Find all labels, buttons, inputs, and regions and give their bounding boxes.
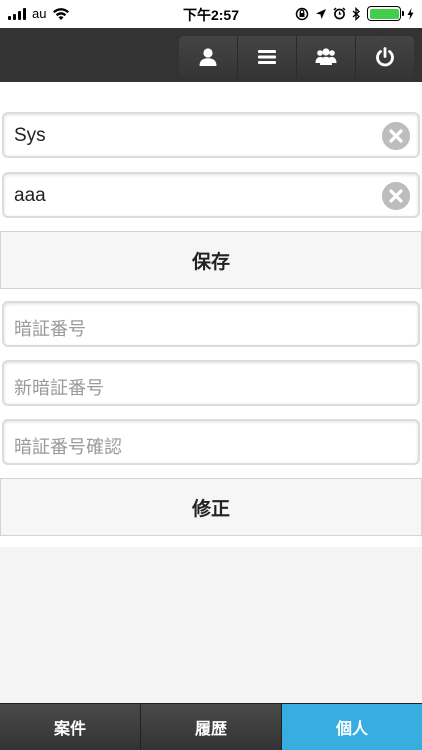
tab-history[interactable]: 履歴 (141, 704, 282, 750)
clear-icon[interactable] (382, 182, 410, 210)
username-field[interactable]: Sys (2, 112, 420, 158)
location-icon (316, 8, 326, 19)
status-right (295, 6, 414, 21)
password-placeholder: 暗証番号 (14, 319, 86, 340)
password-field[interactable]: 暗証番号 (2, 301, 420, 347)
new-password-placeholder: 新暗証番号 (14, 378, 104, 399)
bluetooth-icon (352, 6, 360, 21)
save-button[interactable]: 保存 (0, 231, 422, 289)
name-field[interactable]: aaa (2, 172, 420, 218)
group-button[interactable] (297, 36, 356, 78)
profile-button[interactable] (179, 36, 238, 78)
modify-button[interactable]: 修正 (0, 478, 422, 536)
charging-icon (407, 7, 414, 20)
clear-icon[interactable] (382, 122, 410, 150)
alarm-icon (333, 7, 346, 20)
battery-icon (367, 6, 404, 21)
new-password-field[interactable]: 新暗証番号 (2, 360, 420, 406)
status-bar: au 下午2:57 (0, 0, 422, 28)
menu-button[interactable] (238, 36, 297, 78)
confirm-password-placeholder: 暗証番号確認 (14, 437, 122, 458)
profile-form: Sys aaa 保存 暗証番号 新暗証番号 暗証番号確認 修正 (0, 82, 422, 547)
top-toolbar (0, 28, 422, 82)
battery-fill (369, 8, 399, 19)
user-icon (199, 48, 217, 66)
group-icon (315, 48, 337, 65)
menu-icon (258, 50, 276, 64)
toolbar-button-group (179, 36, 414, 78)
tab-personal[interactable]: 個人 (282, 704, 422, 750)
tab-cases[interactable]: 案件 (0, 704, 141, 750)
power-icon (376, 47, 394, 67)
username-value: Sys (14, 125, 46, 146)
orientation-lock-icon (295, 7, 309, 20)
name-value: aaa (14, 185, 46, 206)
logout-button[interactable] (356, 36, 414, 78)
bottom-tab-bar: 案件 履歴 個人 (0, 703, 422, 750)
confirm-password-field[interactable]: 暗証番号確認 (2, 419, 420, 465)
